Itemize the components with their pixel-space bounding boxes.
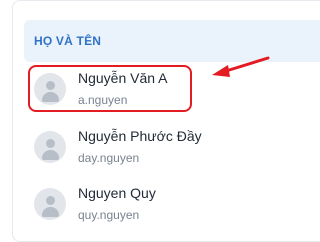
avatar-icon (34, 188, 66, 220)
user-row[interactable]: Nguyen Quy quy.nguyen (24, 181, 320, 235)
column-header-label: HỌ VÀ TÊN (34, 34, 102, 48)
user-username: day.nguyen (78, 151, 140, 165)
annotation-arrow-icon (212, 56, 270, 77)
column-header[interactable]: HỌ VÀ TÊN (24, 20, 320, 62)
user-username: quy.nguyen (78, 208, 140, 222)
user-name: Nguyen Quy (78, 185, 156, 201)
user-row[interactable]: Nguyễn Phước Đầy day.nguyen (24, 124, 320, 178)
avatar-icon (34, 131, 66, 163)
highlight-box (28, 65, 192, 112)
user-name: Nguyễn Phước Đầy (78, 128, 202, 144)
